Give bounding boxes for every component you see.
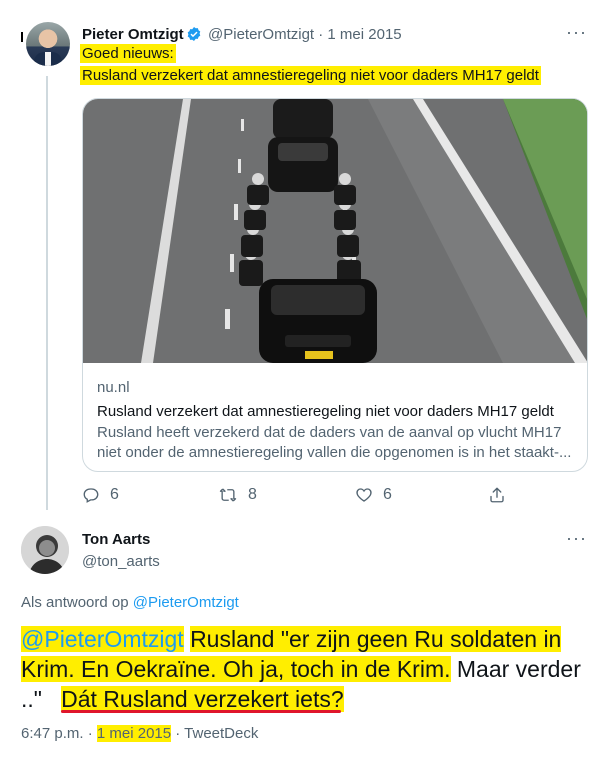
card-domain: nu.nl [97,379,130,396]
tweet-time[interactable]: 6:47 p.m. · [21,725,93,742]
thread-line [46,76,48,510]
tweet-text-line-2-rest: Maar verder [450,656,581,682]
tweet-text-line-1: Rusland "er zijn geen Ru soldaten in [190,626,562,652]
reply-context: Als antwoord op @PieterOmtzigt [21,594,239,611]
reply-prefix: Als antwoord op [21,594,129,611]
link-card[interactable]: nu.nl Rusland verzekert dat amnestierege… [82,98,588,472]
mention-link[interactable]: @PieterOmtzigt [21,626,184,652]
tweet-date[interactable]: 1 mei 2015 [96,725,172,742]
tweet-source[interactable]: · TweetDeck [175,725,258,742]
card-image-highway-convoy [83,99,587,363]
retweet-icon [219,488,237,502]
author-name[interactable]: Ton Aarts [82,531,150,548]
retweet-count: 8 [248,486,257,503]
reply-to-link[interactable]: @PieterOmtzigt [133,594,239,611]
tweet-text-line-2: Rusland verzekert dat amnestieregeling n… [80,66,541,85]
more-options-icon[interactable]: ··· [566,528,587,549]
handle-and-date[interactable]: @PieterOmtzigt · 1 mei 2015 [208,26,402,43]
tweet-text: @PieterOmtzigt Rusland "er zijn geen Ru … [21,624,596,714]
share-button[interactable] [488,486,506,504]
author-handle[interactable]: @ton_aarts [82,553,160,570]
avatar[interactable] [26,22,70,66]
share-icon [490,487,504,503]
reply-count: 6 [110,486,119,503]
like-count: 6 [383,486,392,503]
thread-marker [21,32,23,42]
card-title: Rusland verzekert dat amnestieregeling n… [97,403,554,420]
tweet-text-line-3-start: .." [21,686,42,712]
heart-icon [356,488,372,502]
author-name[interactable]: Pieter Omtzigt [82,26,184,43]
like-button[interactable]: 6 [355,486,392,504]
red-underline-annotation [61,710,341,713]
avatar[interactable] [21,526,69,574]
reply-button[interactable]: 6 [82,486,119,504]
tweet-meta: 6:47 p.m. · 1 mei 2015 · TweetDeck [21,725,258,742]
verified-badge-icon [187,27,201,41]
more-options-icon[interactable]: ··· [566,22,587,43]
tweet-text-line-1: Goed nieuws: [80,44,176,63]
card-description: Rusland heeft verzekerd dat de daders va… [97,424,572,461]
tweet-text-question: Dát Rusland verzekert iets? [61,686,344,712]
retweet-button[interactable]: 8 [218,486,257,504]
tweet-text-line-2: Krim. En Oekraïne. Oh ja, toch in de Kri… [21,656,451,682]
reply-icon [83,488,99,503]
